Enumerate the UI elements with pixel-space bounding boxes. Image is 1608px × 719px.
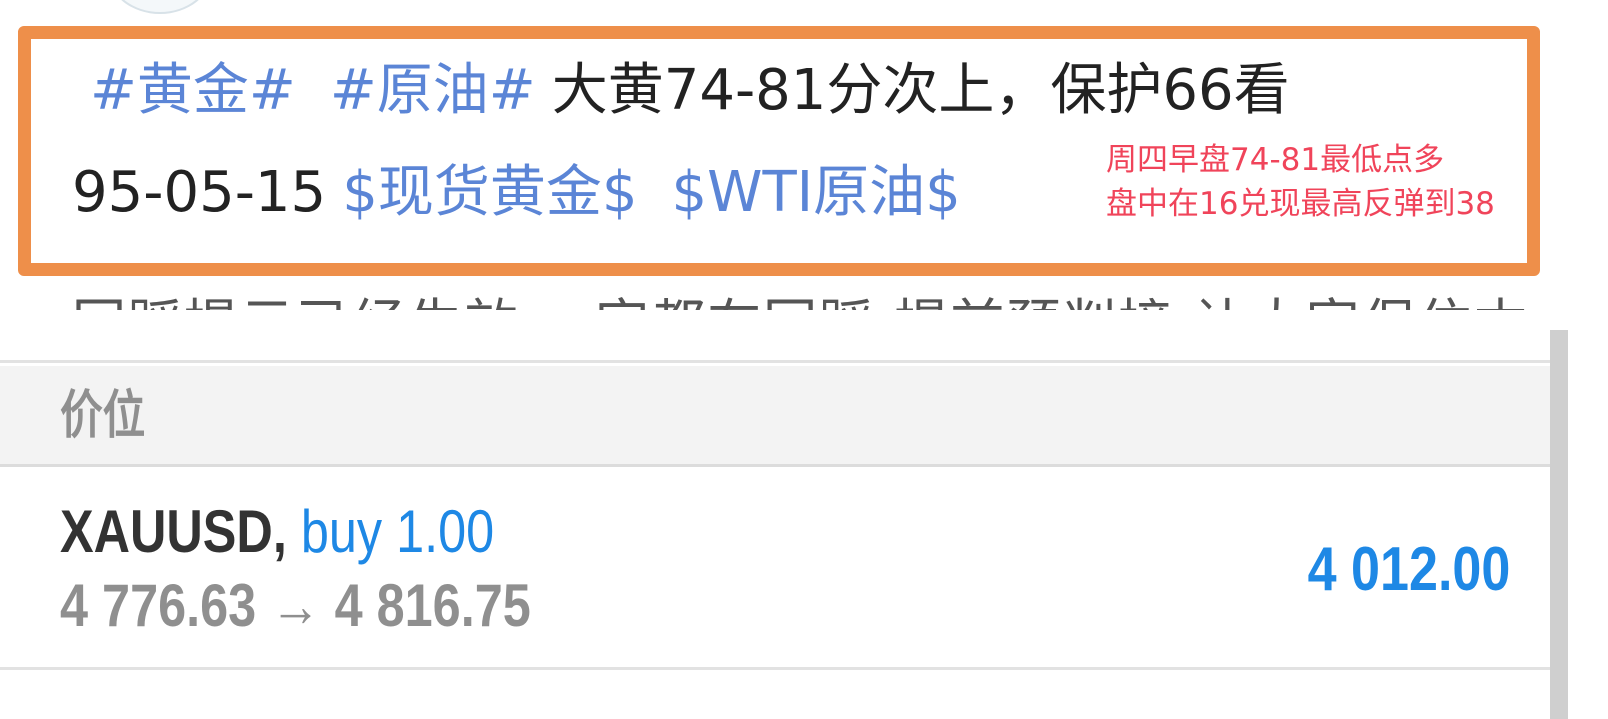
annotation-line-1: 周四早盘74-81最低点多	[1106, 142, 1445, 178]
order-symbol: XAUUSD,	[60, 498, 287, 565]
post-text-line-2: 95-05-15 $现货黄金$ $WTI原油$	[72, 158, 961, 228]
cashtag-oil-link[interactable]: $WTI原油$	[671, 160, 960, 225]
order-row[interactable]: XAUUSD, buy 1.00 4 776.63 → 4 816.75 4 0…	[0, 467, 1550, 667]
truncated-post-text: 回踩提示已经生效 一字都在回踩 提前预判接 让大家保住本	[72, 290, 1530, 310]
scrollbar[interactable]	[1550, 330, 1568, 719]
section-title: 价位	[60, 387, 146, 445]
trade-history-panel: 价位 XAUUSD, buy 1.00 4 776.63 → 4 816.75 …	[0, 310, 1608, 719]
social-post: #黄金# #原油# 大黄74-81分次上，保护66看 95-05-15 $现货黄金$ $…	[0, 0, 1608, 310]
order-type: buy 1.00	[300, 498, 495, 565]
hashtag-oil-link[interactable]: #原油#	[330, 58, 536, 123]
avatar[interactable]	[108, 0, 212, 14]
cashtag-gold-link[interactable]: $现货黄金$	[342, 160, 637, 225]
order-prices: 4 776.63 → 4 816.75	[60, 572, 531, 639]
divider	[0, 360, 1550, 363]
order-profit: 4 012.00	[1307, 535, 1510, 604]
divider	[0, 667, 1550, 670]
red-annotation: 周四早盘74-81最低点多 盘中在16兑现最高反弹到38	[1106, 138, 1495, 226]
order-header: XAUUSD, buy 1.00	[60, 495, 494, 569]
post-text-line-1: #黄金# #原油# 大黄74-81分次上，保护66看	[90, 56, 1290, 126]
annotation-line-2: 盘中在16兑现最高反弹到38	[1106, 186, 1495, 222]
section-header: 价位	[0, 366, 1550, 464]
hashtag-gold-link[interactable]: #黄金#	[90, 58, 296, 123]
post-body-text-2: 95-05-15	[72, 160, 327, 225]
post-body-text: 大黄74-81分次上，保护66看	[551, 58, 1290, 123]
